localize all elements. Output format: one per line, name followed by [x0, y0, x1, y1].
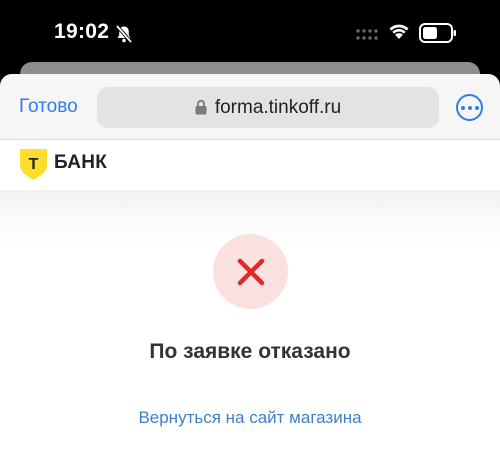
url-text: forma.tinkoff.ru — [214, 96, 342, 118]
cellular-signal-icon — [356, 29, 378, 40]
done-button[interactable]: Готово — [19, 96, 78, 118]
browser-sheet: Готово forma.tinkoff.ru Т БАНК По заявке… — [0, 74, 500, 474]
lock-icon — [195, 99, 207, 114]
more-dot-icon — [460, 105, 465, 110]
bell-muted-icon — [115, 24, 133, 44]
error-status-circle — [213, 234, 288, 309]
status-time: 19:02 — [54, 20, 110, 43]
wifi-icon — [389, 24, 409, 39]
return-to-shop-link[interactable]: Вернуться на сайт магазина — [0, 408, 500, 428]
more-dot-icon — [474, 105, 479, 110]
address-bar[interactable]: forma.tinkoff.ru — [97, 87, 439, 128]
close-icon — [237, 258, 264, 285]
brand-header: Т БАНК — [0, 140, 500, 190]
more-dot-icon — [467, 105, 472, 110]
status-title: По заявке отказано — [149, 340, 351, 363]
result-content: По заявке отказано Вернуться на сайт маг… — [0, 190, 500, 474]
more-options-button[interactable] — [456, 94, 483, 121]
browser-toolbar: Готово forma.tinkoff.ru — [0, 74, 500, 140]
status-bar: 19:02 — [0, 0, 500, 70]
logo-letter: Т — [29, 156, 39, 173]
brand-name: БАНК — [54, 152, 108, 173]
battery-icon — [419, 23, 456, 43]
bank-logo: Т — [20, 149, 47, 180]
